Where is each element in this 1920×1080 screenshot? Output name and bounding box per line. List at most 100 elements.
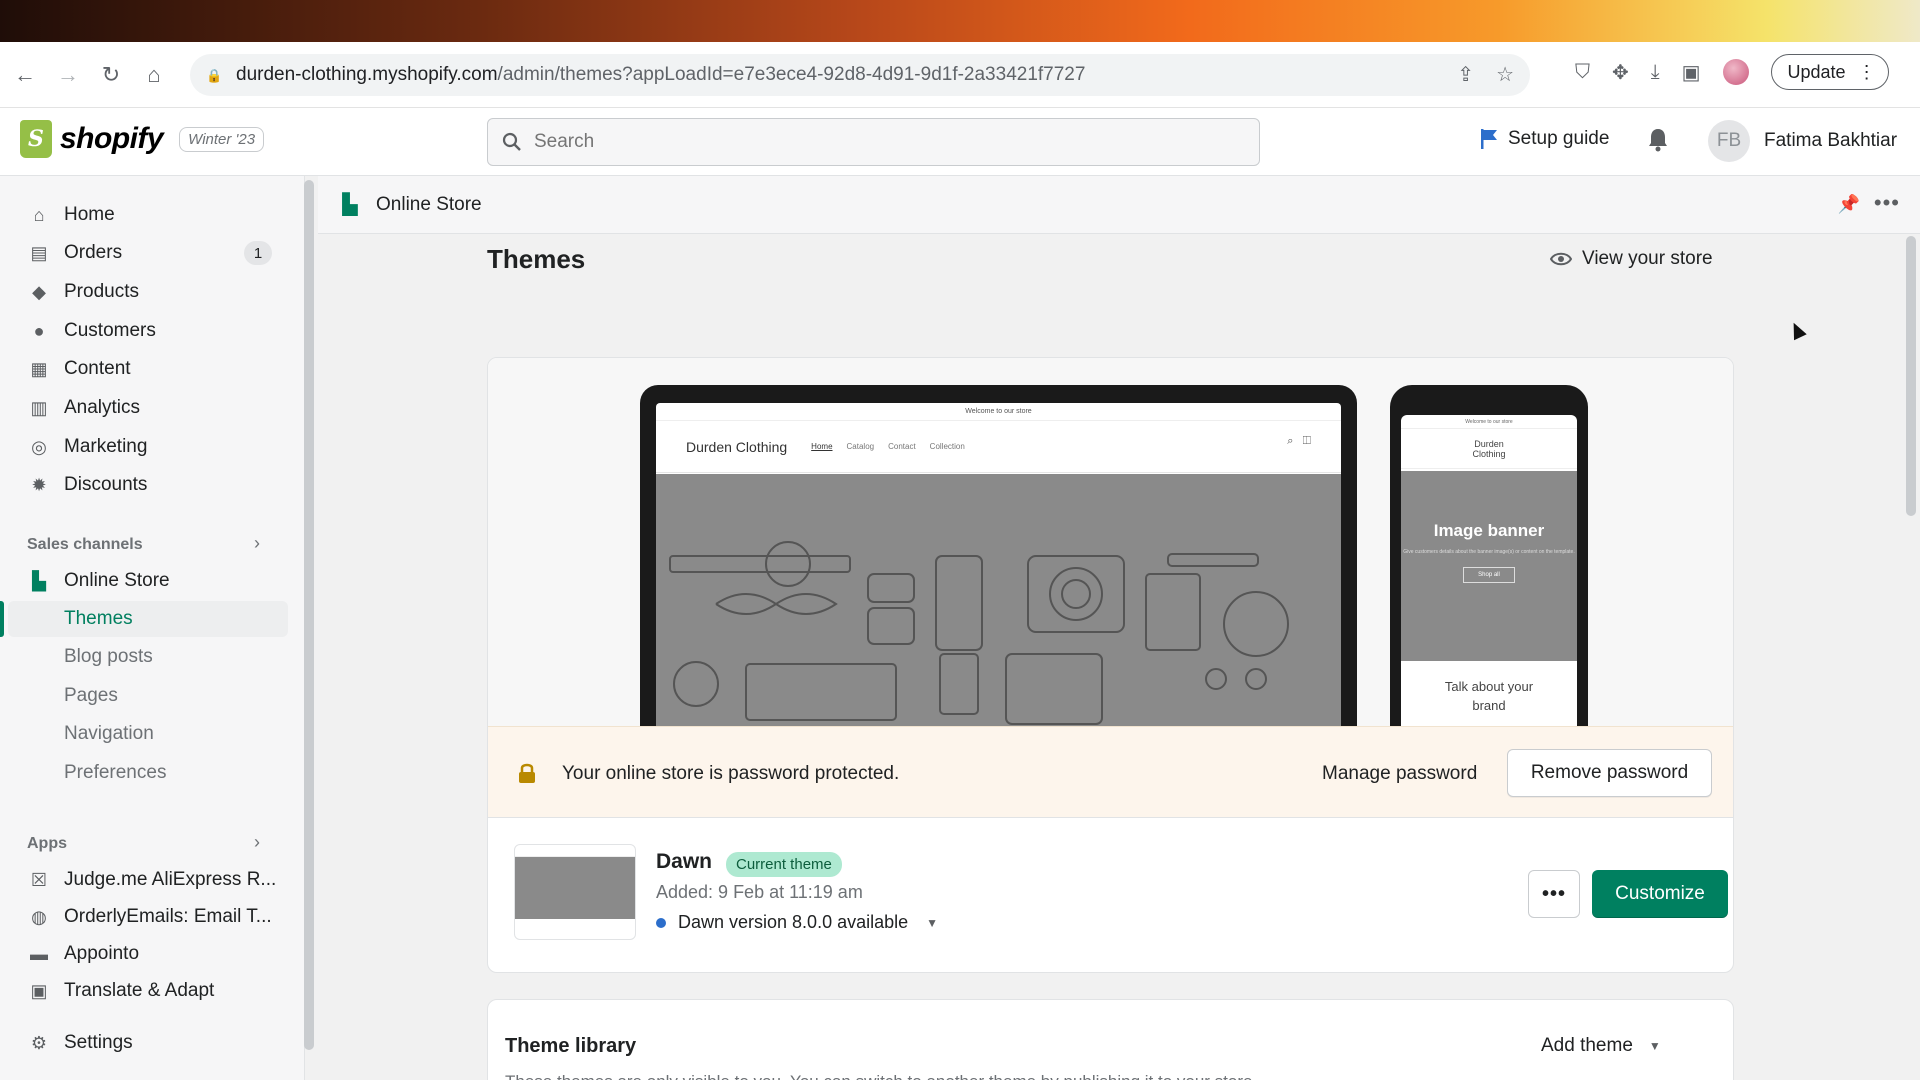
sidebar-subitem-pages[interactable]: Pages (64, 678, 118, 714)
url-host: durden-clothing.myshopify.com (236, 64, 498, 85)
desktop-preview: Welcome to our store Durden Clothing Hom… (640, 385, 1357, 730)
person-icon: ● (33, 320, 45, 341)
apps-heading: Apps (27, 835, 67, 852)
sidebar-item-label: Settings (64, 1032, 133, 1053)
search-input[interactable] (534, 131, 1234, 153)
shopify-logo[interactable]: S shopify Winter '23 (20, 120, 265, 158)
mobile-announcement-bar: Welcome to our store (1401, 415, 1577, 429)
theme-actions-button[interactable]: ••• (1528, 870, 1580, 918)
user-menu[interactable]: FB Fatima Bakhtiar (1708, 120, 1897, 162)
sidebar-item-label: Appointo (64, 943, 140, 964)
manage-password-link[interactable]: Manage password (1322, 763, 1477, 785)
mobile-banner-subtitle: Give customers details about the banner … (1403, 549, 1575, 555)
user-name: Fatima Bakhtiar (1764, 130, 1898, 151)
sidebar-app-translate[interactable]: ▣ Translate & Adapt (0, 972, 290, 1010)
side-panel-icon[interactable]: ▣ (1682, 60, 1701, 85)
theme-preview[interactable]: Welcome to our store Durden Clothing Hom… (488, 358, 1733, 730)
sidebar-subitem-navigation[interactable]: Navigation (64, 716, 154, 752)
home-browser-icon[interactable]: ⌂ (136, 57, 172, 93)
sidebar-item-label: Orders (64, 242, 123, 263)
pin-icon[interactable]: 📌 (1838, 194, 1860, 215)
search-box[interactable] (487, 118, 1260, 166)
shopify-topbar: S shopify Winter '23 Setup guide FB Fati… (0, 108, 1920, 176)
update-button[interactable]: Update ⋮ (1770, 54, 1889, 90)
flag-icon (1481, 129, 1497, 149)
share-icon[interactable]: ⇪ (1457, 62, 1474, 87)
reload-icon[interactable]: ↻ (93, 57, 129, 93)
sidebar-item-discounts[interactable]: ✹ Discounts (0, 466, 290, 504)
store-name: Durden Clothing (686, 438, 788, 455)
store-nav-item: Home (811, 442, 833, 451)
puzzle-extensions-icon[interactable]: ✥ (1612, 60, 1629, 85)
sidebar-item-home[interactable]: ⌂ Home (0, 196, 290, 234)
chevron-right-icon[interactable]: › (254, 533, 260, 554)
main-scrollbar[interactable] (1906, 236, 1916, 516)
sidebar-item-orders[interactable]: ▤ Orders 1 (0, 234, 290, 272)
add-theme-button[interactable]: Add theme ▼ (1541, 1035, 1661, 1057)
sidebar-item-label: Discounts (64, 474, 148, 495)
release-badge[interactable]: Winter '23 (179, 126, 265, 152)
sidebar-subitem-preferences[interactable]: Preferences (64, 755, 166, 791)
sidebar-app-judgeme[interactable]: ☒ Judge.me AliExpress R... (0, 861, 290, 899)
sidebar-app-appointo[interactable]: ▬ Appointo (0, 935, 290, 973)
sidebar-item-label: Online Store (64, 570, 170, 591)
store-nav-item: Catalog (846, 442, 875, 451)
sidebar-subitem-themes[interactable]: Themes (8, 601, 288, 637)
gear-icon: ⚙ (30, 1032, 48, 1053)
avatar: FB (1708, 120, 1750, 162)
customize-button[interactable]: Customize (1592, 870, 1728, 918)
sidebar-scrollbar[interactable] (304, 180, 314, 1050)
sidebar-item-marketing[interactable]: ◎ Marketing (0, 428, 290, 466)
orders-count-badge: 1 (244, 241, 272, 265)
bell-icon[interactable] (1648, 128, 1668, 158)
appointo-app-icon: ▬ (30, 943, 48, 964)
view-store-link[interactable]: View your store (1550, 248, 1713, 270)
shield-extension-icon[interactable]: ⛉ (1575, 61, 1590, 84)
mobile-brand-text: Talk about your brand (1444, 679, 1534, 713)
mobile-preview: Welcome to our store Durden Clothing Ima… (1390, 385, 1588, 730)
storefront-icon: ▙ (342, 194, 358, 216)
more-options-icon[interactable]: ••• (1874, 190, 1900, 216)
announcement-bar: Welcome to our store (656, 403, 1341, 421)
update-dot-icon (656, 917, 666, 928)
setup-guide-label: Setup guide (1508, 128, 1610, 149)
download-icon[interactable]: ⤓ (1651, 61, 1660, 84)
profile-avatar[interactable] (1722, 59, 1749, 85)
sidebar-item-content[interactable]: ▦ Content (0, 350, 290, 388)
sidebar-item-label: Translate & Adapt (64, 980, 215, 1001)
secure-lock-icon: 🔒 (206, 68, 223, 83)
sidebar-item-products[interactable]: ◆ Products (0, 273, 290, 311)
setup-guide-link[interactable]: Setup guide (1480, 128, 1609, 150)
sidebar-item-label: Content (64, 358, 131, 379)
store-nav-item: Contact (888, 442, 916, 451)
main-content: ▙ Online Store 📌 ••• Themes View your st… (318, 176, 1920, 1080)
sidebar-item-online-store[interactable]: ▙ Online Store (0, 562, 290, 600)
chevron-right-icon[interactable]: › (254, 832, 260, 853)
theme-library-title: Theme library (505, 1035, 637, 1057)
remove-password-button[interactable]: Remove password (1507, 749, 1712, 797)
sidebar-item-customers[interactable]: ● Customers (0, 312, 290, 350)
store-nav-item: Collection (929, 442, 965, 451)
theme-library-note: These themes are only visible to you. Yo… (505, 1072, 1257, 1080)
shopify-bag-icon: S (20, 120, 52, 158)
page-title: Themes (487, 244, 586, 274)
judgeme-app-icon: ☒ (30, 869, 48, 890)
forward-arrow-icon[interactable]: → (50, 57, 86, 93)
current-theme-badge: Current theme (726, 852, 842, 877)
address-bar[interactable]: 🔒 durden-clothing.myshopify.com/admin/th… (190, 54, 1530, 96)
bookmark-star-icon[interactable]: ☆ (1496, 62, 1514, 87)
sidebar-item-settings[interactable]: ⚙ Settings (0, 1024, 290, 1062)
back-arrow-icon[interactable]: ← (7, 57, 43, 93)
current-theme-row: Dawn Current theme Added: 9 Feb at 11:19… (488, 818, 1733, 972)
sidebar-item-analytics[interactable]: ▥ Analytics (0, 389, 290, 427)
view-store-label: View your store (1582, 248, 1713, 269)
sidebar-subitem-blog-posts[interactable]: Blog posts (64, 639, 153, 675)
sidebar-item-label: Judge.me AliExpress R... (64, 869, 277, 890)
lock-icon (518, 762, 536, 790)
url-path: /admin/themes?appLoadId=e7e3ece4-92d8-4d… (497, 64, 1086, 85)
password-banner-text: Your online store is password protected. (562, 763, 900, 784)
sidebar-item-label: OrderlyEmails: Email T... (64, 906, 272, 927)
theme-thumbnail (514, 844, 636, 940)
sidebar-app-orderlyemails[interactable]: ◍ OrderlyEmails: Email T... (0, 898, 290, 936)
version-dropdown[interactable]: Dawn version 8.0.0 available ▼ (656, 912, 938, 933)
